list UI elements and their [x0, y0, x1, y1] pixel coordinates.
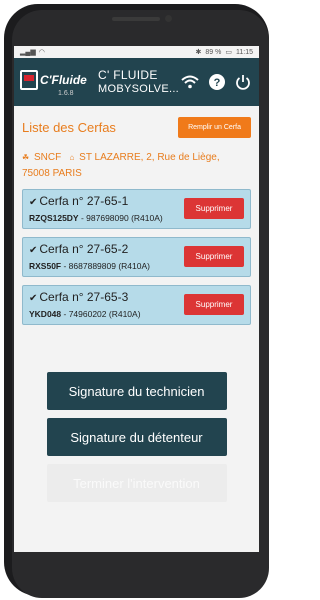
home-icon: ⌂ [69, 153, 75, 162]
cerfa-code: RXS50F [29, 261, 62, 271]
cerfa-details: - 74960202 (R410A) [61, 309, 141, 319]
bluetooth-icon: ✱ [195, 49, 202, 56]
help-icon[interactable]: ? [209, 74, 225, 90]
app-bar: C'Fluide 1.6.8 C' FLUIDE MOBYSOLVE... ? [14, 58, 259, 106]
org-info: ☘ SNCF ⌂ ST LAZARRE, 2, Rue de Liège, 75… [22, 150, 251, 182]
cerfa-title: Cerfa n° 27-65-1 [39, 194, 129, 208]
logo-icon [20, 70, 38, 90]
fill-cerfa-button[interactable]: Remplir un Cerfa [178, 116, 251, 138]
page-title: Liste des Cerfas [22, 119, 116, 135]
signal-icon: ▂▄▆ [20, 49, 36, 56]
company-icon: ☘ [22, 153, 30, 162]
delete-button[interactable]: Supprimer [184, 198, 244, 219]
address-line1: ST LAZARRE, 2, Rue de Liège, [79, 152, 220, 163]
cerfa-item[interactable]: ✔ Cerfa n° 27-65-2 RXS50F - 8687889809 (R… [22, 237, 251, 277]
status-bar: ▂▄▆ ◠ ✱ 89 % ▭ 11:15 [14, 46, 259, 58]
company-name: SNCF [33, 152, 62, 163]
cerfa-code: YKD048 [29, 309, 62, 319]
holder-signature-button[interactable]: Signature du détenteur [46, 418, 227, 456]
power-icon[interactable] [235, 74, 251, 90]
battery-level: 89 % [205, 48, 222, 56]
cerfa-details: - 987698090 (R410A) [78, 213, 163, 223]
action-buttons: Signature du technicien Signature du dét… [14, 372, 259, 510]
delete-button[interactable]: Supprimer [184, 294, 244, 315]
svg-text:?: ? [214, 77, 221, 89]
app-logo: C'Fluide 1.6.8 [14, 58, 87, 106]
address-line2: 75008 PARIS [22, 168, 82, 179]
app-version: 1.6.8 [58, 90, 74, 97]
cerfa-title: Cerfa n° 27-65-2 [39, 242, 129, 256]
cerfa-item[interactable]: ✔ Cerfa n° 27-65-1 RZQS125DY - 987698090 … [22, 189, 251, 229]
cerfa-list: ✔ Cerfa n° 27-65-1 RZQS125DY - 987698090 … [22, 189, 251, 325]
screen: ▂▄▆ ◠ ✱ 89 % ▭ 11:15 C'Fluide 1.6.8 C' F… [14, 46, 259, 552]
check-icon: ✔ [29, 293, 38, 304]
delete-button[interactable]: Supprimer [184, 246, 244, 267]
app-subtitle: MOBYSOLVE... [98, 83, 180, 95]
cerfa-details: - 8687889809 (R410A) [61, 261, 150, 271]
wifi-icon[interactable] [181, 75, 199, 89]
main-content: Liste des Cerfas Remplir un Cerfa ☘ SNCF… [14, 106, 259, 325]
finish-intervention-button[interactable]: Terminer l'intervention [46, 464, 227, 502]
check-icon: ✔ [29, 245, 38, 256]
check-icon: ✔ [29, 197, 38, 208]
cerfa-title: Cerfa n° 27-65-3 [39, 290, 129, 304]
cerfa-code: RZQS125DY [29, 213, 79, 223]
battery-icon: ▭ [225, 49, 232, 56]
logo-text: C'Fluide [40, 73, 87, 87]
speaker [112, 17, 160, 21]
app-title: C' FLUIDE [98, 68, 158, 82]
camera [165, 15, 172, 22]
technician-signature-button[interactable]: Signature du technicien [46, 372, 227, 410]
cerfa-item[interactable]: ✔ Cerfa n° 27-65-3 YKD048 - 74960202 (R41… [22, 285, 251, 325]
wifi-status-icon: ◠ [38, 49, 45, 56]
clock: 11:15 [236, 48, 253, 56]
